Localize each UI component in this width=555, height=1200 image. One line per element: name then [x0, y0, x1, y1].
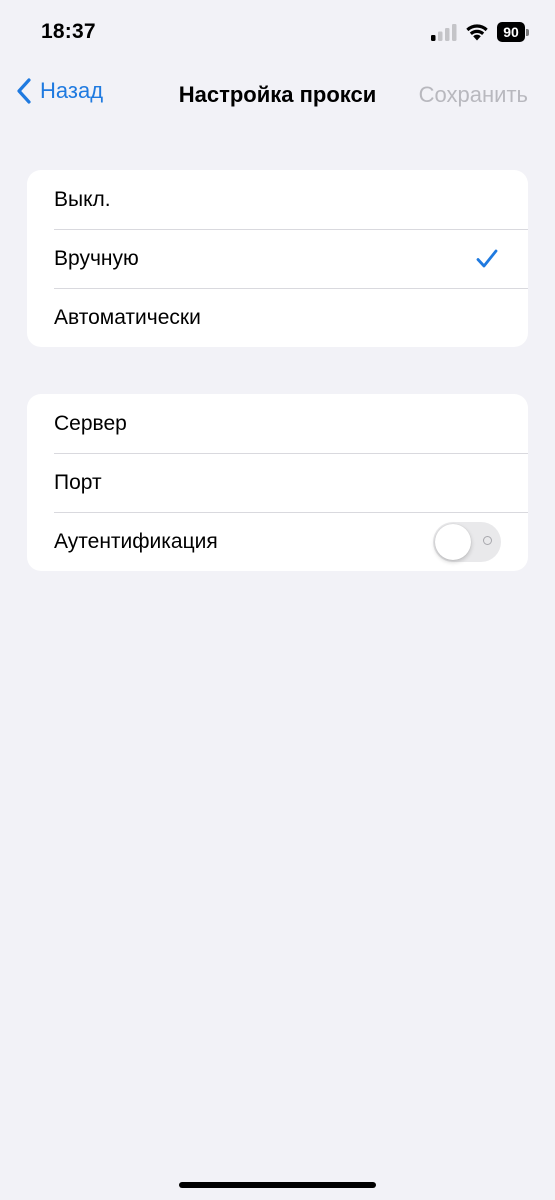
proxy-mode-off-label: Выкл.	[54, 187, 111, 211]
status-bar: 18:37 90	[0, 0, 555, 62]
authentication-toggle[interactable]	[433, 521, 501, 562]
proxy-mode-manual-label: Вручную	[54, 246, 139, 270]
toggle-off-icon	[483, 535, 492, 545]
authentication-row: Аутентификация	[27, 512, 528, 571]
status-icons: 90	[431, 22, 529, 42]
back-button[interactable]: Назад	[16, 78, 103, 104]
battery-level: 90	[497, 22, 525, 42]
save-button[interactable]: Сохранить	[419, 82, 528, 108]
signal-icon	[431, 24, 457, 41]
battery-icon: 90	[497, 22, 529, 42]
server-row[interactable]: Сервер	[27, 394, 528, 453]
battery-tip	[526, 28, 529, 36]
proxy-mode-manual[interactable]: Вручную	[27, 229, 528, 288]
port-label: Порт	[54, 470, 102, 494]
port-row[interactable]: Порт	[27, 453, 528, 512]
chevron-left-icon	[17, 78, 31, 104]
checkmark-icon	[476, 249, 498, 267]
authentication-label: Аутентификация	[54, 529, 218, 553]
proxy-mode-off[interactable]: Выкл.	[27, 170, 528, 229]
back-button-label: Назад	[40, 78, 104, 103]
home-indicator[interactable]	[179, 1182, 376, 1188]
proxy-mode-group: Выкл. Вручную Автоматически	[27, 170, 528, 347]
proxy-mode-auto-label: Автоматически	[54, 305, 201, 329]
wifi-icon	[466, 24, 488, 41]
toggle-knob	[435, 523, 471, 560]
server-settings-group: Сервер Порт Аутентификация	[27, 394, 528, 571]
navigation-bar: Назад Настройка прокси Сохранить	[0, 62, 555, 126]
server-label: Сервер	[54, 411, 127, 435]
status-time: 18:37	[41, 20, 96, 43]
proxy-mode-auto[interactable]: Автоматически	[27, 288, 528, 347]
